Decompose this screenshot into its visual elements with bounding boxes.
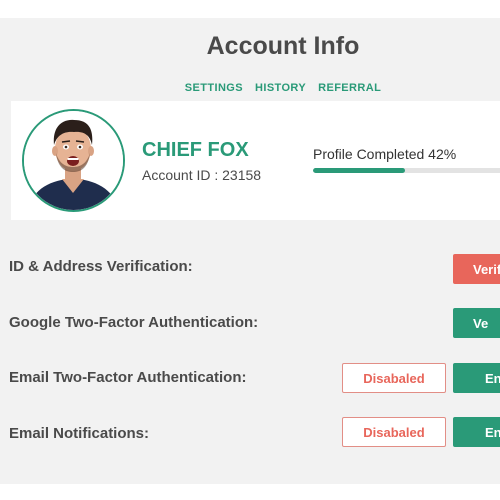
avatar-photo [24,111,123,210]
tab-referral[interactable]: REFERRAL [318,82,381,94]
email-2fa-status-button[interactable]: Disabaled [342,363,446,393]
email-notifications-enable-button[interactable]: En [453,417,500,447]
verify-button[interactable]: Verif [453,254,500,284]
profile-name: CHIEF FOX [142,139,249,161]
tab-history[interactable]: HISTORY [255,82,306,94]
id-verification-label: ID & Address Verification: [9,258,193,275]
email-notifications-label: Email Notifications: [9,425,150,442]
page-title: Account Info [206,32,360,60]
profile-card: CHIEF FOX Account ID : 23158 Profile Com… [11,101,500,220]
google-2fa-enable-button[interactable]: Ve [453,308,500,338]
email-notifications-status-button[interactable]: Disabaled [342,417,446,447]
profile-progress-label: Profile Completed 42% [313,146,457,162]
email-2fa-label: Email Two-Factor Authentication: [9,369,247,386]
avatar[interactable] [22,109,125,212]
profile-progress-fill [313,168,406,173]
profile-progress-bar [313,168,500,173]
email-2fa-enable-button[interactable]: En [453,363,500,393]
tab-settings[interactable]: SETTINGS [185,82,243,94]
account-info-panel: Account Info SETTINGS HISTORY REFERRAL C… [0,18,500,484]
tab-bar: SETTINGS HISTORY REFERRAL [0,82,500,94]
google-2fa-label: Google Two-Factor Authentication: [9,314,259,331]
account-id: Account ID : 23158 [142,167,262,183]
